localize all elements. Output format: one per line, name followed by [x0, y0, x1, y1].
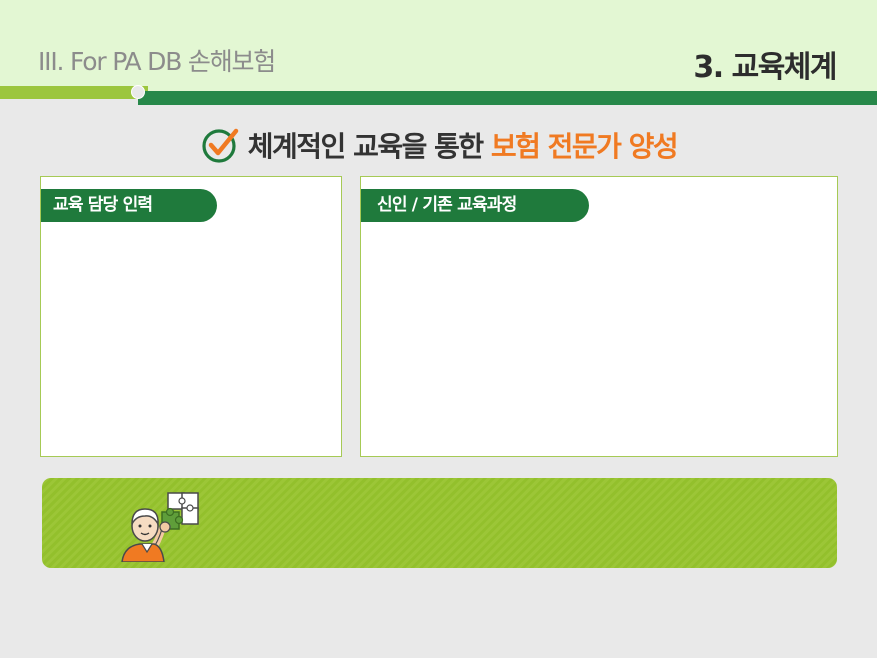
subtitle: 체계적인 교육을 통한 보험 전문가 양성 — [0, 122, 877, 168]
education-staff-tag: 교육 담당 인력 — [41, 189, 217, 222]
person-holding-puzzle-icon — [121, 492, 199, 562]
education-staff-panel: 교육 담당 인력 — [40, 176, 342, 457]
subtitle-text-normal: 체계적인 교육을 통한 — [247, 130, 491, 163]
header-rule-dark — [138, 91, 877, 105]
subtitle-text: 체계적인 교육을 통한 보험 전문가 양성 — [247, 125, 679, 165]
education-course-panel: 신인 / 기존 교육과정 — [360, 176, 838, 457]
page-heading: 3. 교육체계 — [693, 50, 837, 85]
bottom-banner — [42, 478, 837, 568]
header-rule-notch — [131, 85, 145, 99]
education-course-tag: 신인 / 기존 교육과정 — [361, 189, 589, 222]
section-label: III. For PA DB 손해보험 — [38, 47, 276, 76]
header-rule-light — [0, 86, 148, 99]
subtitle-text-accent: 보험 전문가 양성 — [490, 130, 679, 163]
check-circle-icon — [202, 128, 239, 163]
